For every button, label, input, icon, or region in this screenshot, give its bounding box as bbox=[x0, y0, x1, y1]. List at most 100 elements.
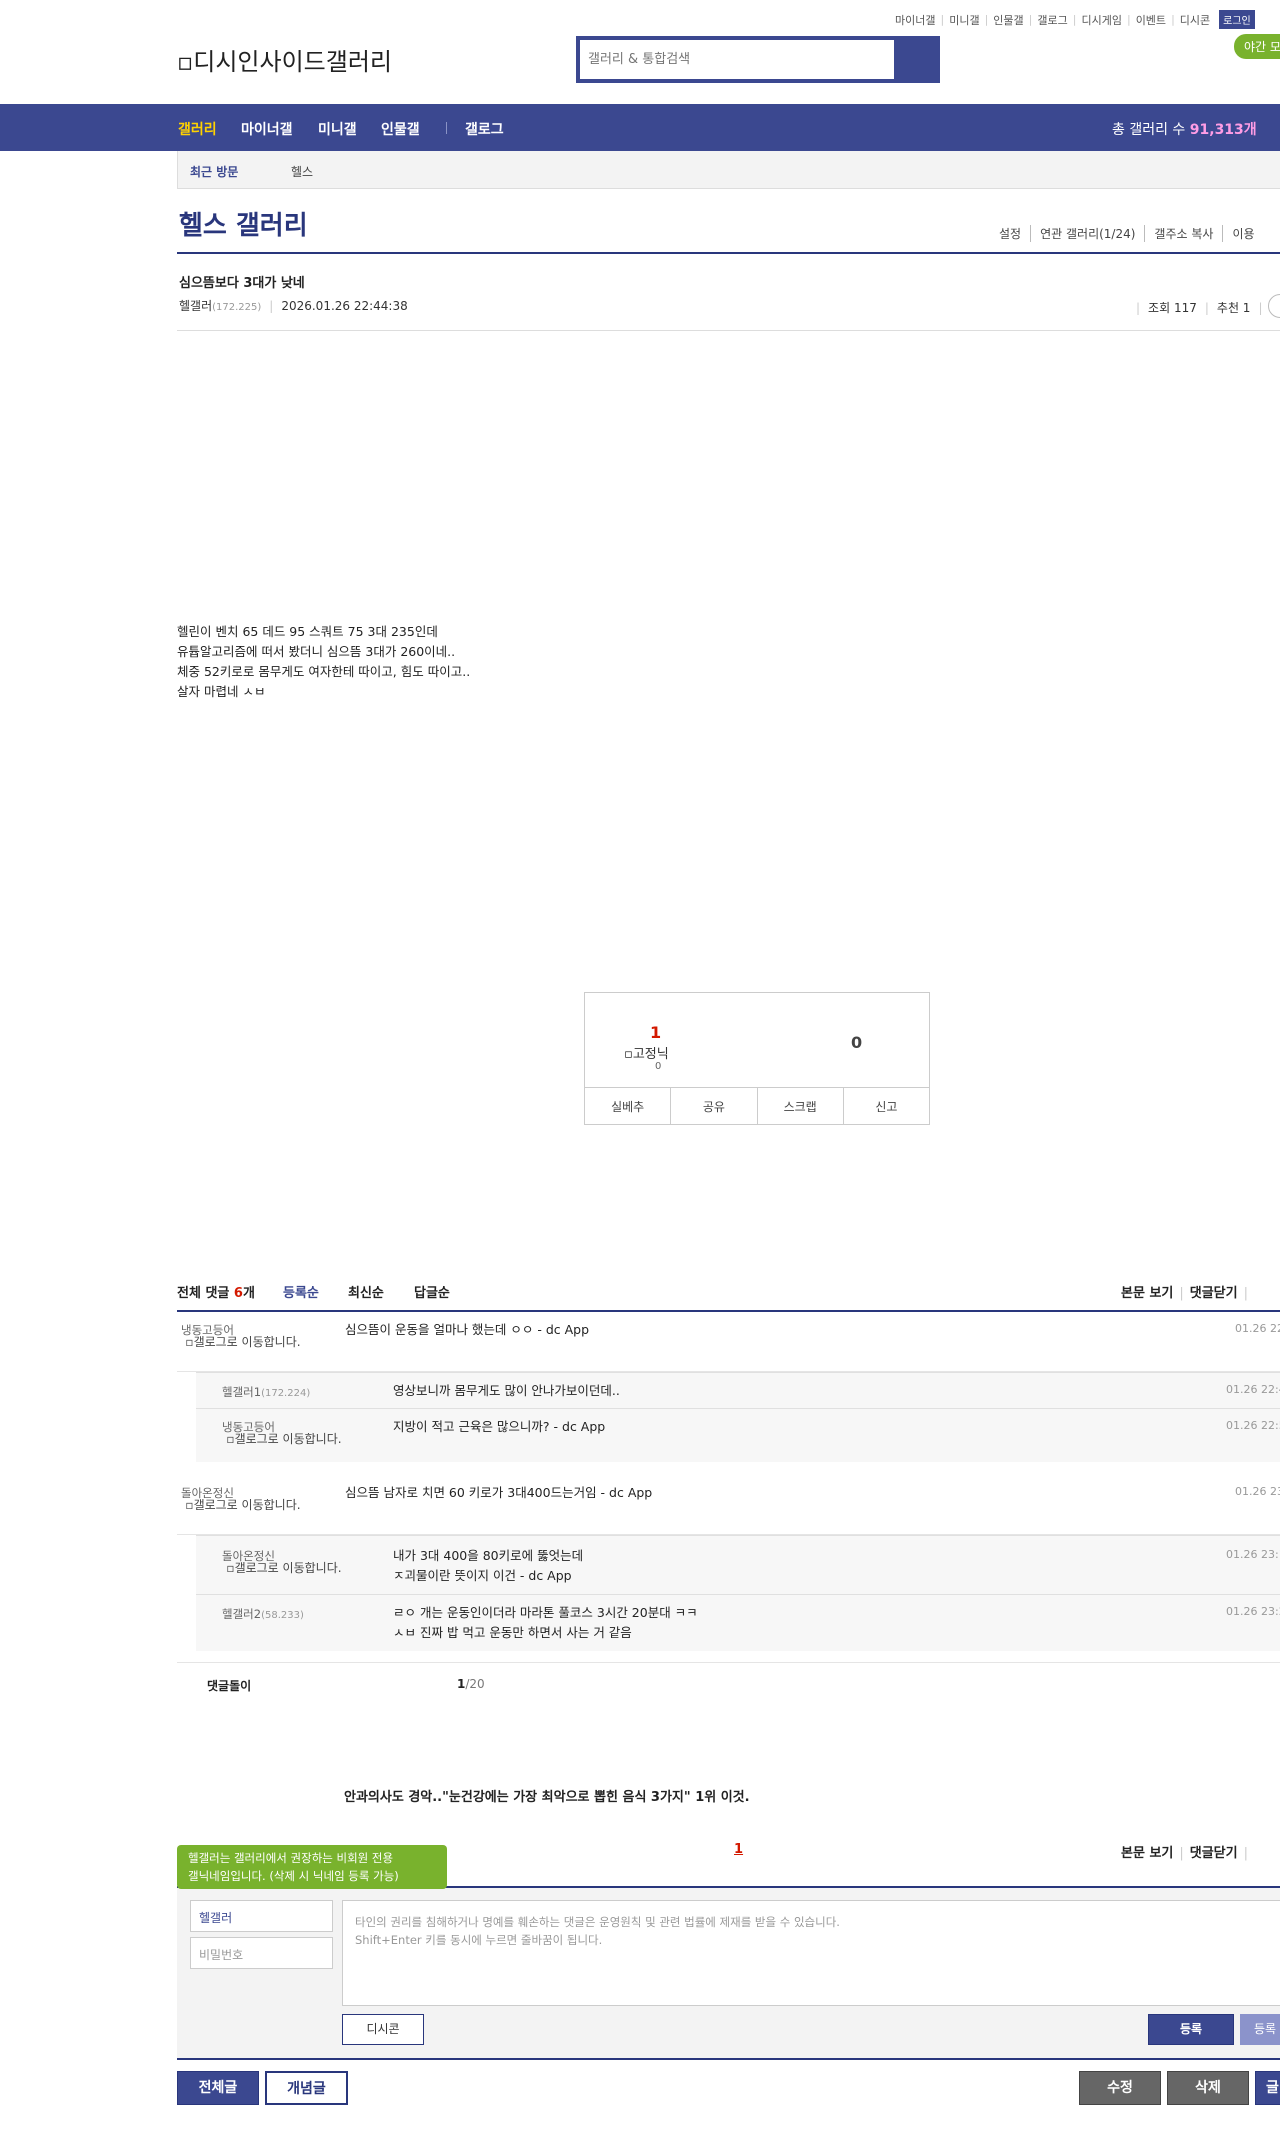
site-logo[interactable]: ▫디시인사이드갤러리 bbox=[177, 42, 392, 77]
top-link-dccon[interactable]: 디시콘 bbox=[1175, 12, 1215, 28]
settings-link[interactable]: 설정 bbox=[990, 225, 1030, 242]
comment-date: 01.26 23 bbox=[1235, 1485, 1280, 1498]
comment-count: 전체 댓글 6개 bbox=[177, 1282, 255, 1301]
recent-visit-label[interactable]: 최근 방문 bbox=[190, 163, 238, 180]
tooltip-line: 갤닉네임입니다. (삭제 시 닉네임 등록 가능) bbox=[188, 1869, 399, 1883]
comment-textarea[interactable]: 타인의 권리를 침해하거나 명예를 훼손하는 댓글은 운영원칙 및 관련 법률에… bbox=[342, 1900, 1280, 2006]
post-body-line: 체중 52키로로 몸무게도 여자한테 따이고, 힘도 따이고.. bbox=[177, 664, 471, 679]
comment-text: 심으뜸이 운동을 얼마나 했는데 ㅇㅇ - dc App bbox=[345, 1322, 590, 1337]
write-button[interactable]: 글 bbox=[1255, 2071, 1280, 2105]
top-link-game[interactable]: 디시게임 bbox=[1076, 12, 1126, 28]
search-input[interactable] bbox=[580, 40, 890, 79]
nav-gallery[interactable]: 갤러리 bbox=[178, 119, 217, 139]
sort-latest[interactable]: 최신순 bbox=[348, 1282, 384, 1301]
nav-person[interactable]: 인물갤 bbox=[381, 119, 420, 139]
write-bottom-line bbox=[177, 2058, 1280, 2060]
total-value: 91,313개 bbox=[1189, 122, 1257, 138]
search-button[interactable] bbox=[894, 40, 936, 79]
gallery-title[interactable]: 헬스 갤러리 bbox=[179, 205, 308, 242]
post-recommend-count: 추천 1 bbox=[1216, 301, 1251, 315]
login-button[interactable]: 로그인 bbox=[1219, 10, 1255, 29]
recent-visit-item[interactable]: 헬스 bbox=[291, 163, 313, 180]
nav-mini[interactable]: 미니갤 bbox=[318, 119, 357, 139]
reply-date: 01.26 22:4 bbox=[1226, 1383, 1280, 1396]
close-comments-link[interactable]: 댓글닫기 bbox=[1190, 1286, 1238, 1301]
broken-image-icon: ▫ bbox=[226, 1561, 235, 1575]
close-comments-link-bottom[interactable]: 댓글닫기 bbox=[1190, 1846, 1238, 1861]
scrap-button[interactable]: 스크랩 bbox=[756, 1088, 843, 1125]
top-link-mini[interactable]: 미니갤 bbox=[944, 12, 984, 28]
reply-date: 01.26 23:2 bbox=[1226, 1605, 1280, 1618]
dccon-button[interactable]: 디시콘 bbox=[342, 2014, 424, 2045]
reply-box: 돌아온정신 ▫갤로그로 이동합니다. 내가 3대 400을 80키로에 뚫엇는데… bbox=[196, 1535, 1280, 1651]
copy-address-link[interactable]: 갤주소 복사 bbox=[1144, 225, 1222, 242]
register-secondary-button[interactable]: 등록 bbox=[1240, 2014, 1280, 2045]
fixed-nick-recommend[interactable]: ▫고정닉 bbox=[624, 1043, 669, 1062]
post-stats: | 조회 117 | 추천 1 | bbox=[1136, 301, 1263, 315]
top-link-person[interactable]: 인물갤 bbox=[988, 12, 1028, 28]
comment-total-suffix: 개 bbox=[242, 1286, 255, 1301]
bottom-comment-actions: 본문 보기 | 댓글닫기 | bbox=[1121, 1846, 1248, 1861]
concept-posts-button[interactable]: 개념글 bbox=[265, 2071, 348, 2105]
pager-total: /20 bbox=[465, 1677, 485, 1691]
night-mode-button[interactable]: 야간 모 bbox=[1234, 34, 1280, 59]
title-divider bbox=[177, 252, 1280, 254]
comment-item: 냉동고등어 ▫갤로그로 이동합니다. 심으뜸이 운동을 얼마나 했는데 ㅇㅇ -… bbox=[177, 1312, 1280, 1372]
top-link-gallog[interactable]: 갤로그 bbox=[1032, 12, 1072, 28]
top-links: 마이너갤 | 미니갤 | 인물갤 | 갤로그 | 디시게임 | 이벤트 | 디시콘 로그인 bbox=[890, 10, 1255, 29]
reply-text: 영상보니까 몸무게도 많이 안나가보이던데.. bbox=[393, 1383, 620, 1398]
post-title: 심으뜸보다 3대가 낮네 bbox=[179, 276, 305, 291]
nav-divider bbox=[446, 122, 447, 134]
post-author[interactable]: 헬갤러 bbox=[179, 299, 212, 313]
reply-date: 01.26 22:5 bbox=[1226, 1419, 1280, 1432]
reply-item: 헬갤러1(172.224) 영상보니까 몸무게도 많이 안나가보이던데.. 01… bbox=[196, 1373, 1280, 1409]
gallog-link-image[interactable]: ▫갤로그로 이동합니다. bbox=[222, 1562, 346, 1575]
gallog-link-image[interactable]: ▫갤로그로 이동합니다. bbox=[222, 1433, 346, 1446]
recommend-actions: 실베추 공유 스크랩 신고 bbox=[585, 1087, 929, 1125]
comment-item: 돌아온정신 ▫갤로그로 이동합니다. 심으뜸 남자로 치면 60 키로가 3대4… bbox=[177, 1475, 1280, 1535]
nickname-field[interactable]: 헬갤러 bbox=[190, 1900, 333, 1932]
search-box bbox=[576, 36, 940, 83]
broken-image-icon: ▫ bbox=[177, 48, 194, 76]
reply-item: 헬갤러2(58.233) ㄹㅇ 개는 운동인이더라 마라톤 풀코스 3시간 20… bbox=[196, 1595, 1280, 1652]
register-button[interactable]: 등록 bbox=[1148, 2014, 1234, 2045]
fixed-nick-label: 고정닉 bbox=[632, 1047, 669, 1062]
page-link-current[interactable]: 1 bbox=[734, 1842, 743, 1857]
edit-button[interactable]: 수정 bbox=[1079, 2071, 1161, 2105]
reply-text: 내가 3대 400을 80키로에 뚫엇는데 ㅈ괴물이란 뜻이지 이건 - dc … bbox=[393, 1546, 583, 1586]
sort-replies[interactable]: 답글순 bbox=[414, 1282, 450, 1301]
reply-nick[interactable]: 헬갤러1(172.224) bbox=[222, 1384, 310, 1400]
gallog-link-image[interactable]: ▫갤로그로 이동합니다. bbox=[181, 1336, 305, 1349]
comment-bot-label: 댓글돌이 bbox=[207, 1679, 252, 1693]
delete-button[interactable]: 삭제 bbox=[1167, 2071, 1249, 2105]
post-body: 헬린이 벤치 65 데드 95 스쿼트 75 3대 235인데 유튭알고리즘에 … bbox=[177, 622, 470, 702]
best-recommend-button[interactable]: 실베추 bbox=[585, 1088, 670, 1125]
main-nav: 갤러리 마이너갤 미니갤 인물갤 갤로그 총 갤러리 수 91,313개 bbox=[0, 104, 1280, 151]
sort-registered[interactable]: 등록순 bbox=[283, 1282, 319, 1301]
view-body-link[interactable]: 본문 보기 bbox=[1121, 1286, 1173, 1301]
usage-link[interactable]: 이용 bbox=[1222, 225, 1263, 242]
recommend-down-count: 0 bbox=[851, 1033, 863, 1052]
share-button[interactable]: 공유 bbox=[670, 1088, 756, 1125]
reply-nick[interactable]: 헬갤러2(58.233) bbox=[222, 1606, 304, 1622]
reply-date: 01.26 23:1 bbox=[1226, 1548, 1280, 1561]
top-link-event[interactable]: 이벤트 bbox=[1131, 12, 1171, 28]
comment-total-label: 전체 댓글 bbox=[177, 1286, 230, 1301]
nav-gallog[interactable]: 갤로그 bbox=[465, 119, 504, 139]
gallog-link-image[interactable]: ▫갤로그로 이동합니다. bbox=[181, 1499, 305, 1512]
comment-pager[interactable]: 1/20 bbox=[457, 1677, 485, 1691]
reply-nick-ip: (58.233) bbox=[261, 1610, 304, 1621]
post-views: 조회 117 bbox=[1148, 301, 1197, 315]
view-body-link-bottom[interactable]: 본문 보기 bbox=[1121, 1846, 1173, 1861]
password-field[interactable]: 비밀번호 bbox=[190, 1937, 333, 1969]
ad-headline-link[interactable]: 안과의사도 경악.."눈건강에는 가장 최악으로 뽑힌 음식 3가지" 1위 이… bbox=[344, 1786, 750, 1805]
reply-text-line: 내가 3대 400을 80키로에 뚫엇는데 bbox=[393, 1548, 584, 1563]
all-posts-button[interactable]: 전체글 bbox=[177, 2071, 259, 2105]
related-gallery-link[interactable]: 연관 갤러리(1/24) bbox=[1030, 225, 1144, 242]
reply-box: 헬갤러1(172.224) 영상보니까 몸무게도 많이 안나가보이던데.. 01… bbox=[196, 1372, 1280, 1462]
comment-bottom-line bbox=[177, 1662, 1280, 1663]
nav-minor[interactable]: 마이너갤 bbox=[241, 119, 293, 139]
report-button[interactable]: 신고 bbox=[842, 1088, 929, 1125]
post-body-line: 살자 마렵네 ㅅㅂ bbox=[177, 684, 266, 699]
top-link-minor[interactable]: 마이너갤 bbox=[890, 12, 940, 28]
